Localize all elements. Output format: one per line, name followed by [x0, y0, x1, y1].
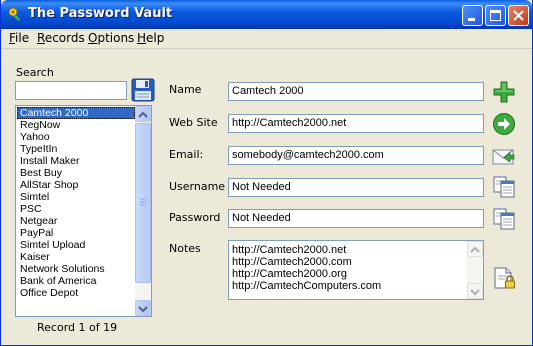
scroll-thumb[interactable]	[135, 123, 151, 283]
list-item[interactable]: Simtel	[17, 191, 135, 203]
list-item[interactable]: Office Depot	[17, 287, 135, 299]
window-title: The Password Vault	[28, 6, 173, 21]
floppy-disk-icon[interactable]	[131, 78, 155, 102]
password-label: Password	[169, 211, 221, 224]
title-bar[interactable]: The Password Vault	[1, 0, 532, 29]
chevron-up-icon	[470, 246, 480, 253]
menu-bar: File Records Options Help	[1, 29, 532, 49]
menu-file[interactable]: File	[9, 31, 29, 45]
notes-field[interactable]: http://Camtech2000.net http://Camtech200…	[228, 240, 484, 300]
notes-line: http://Camtech2000.net	[232, 244, 347, 256]
maximize-icon	[490, 10, 501, 21]
website-field[interactable]: http://Camtech2000.net	[228, 114, 484, 133]
password-field[interactable]: Not Needed	[228, 209, 484, 228]
name-label: Name	[169, 83, 202, 96]
app-window: The Password Vault File Records Options …	[0, 0, 533, 346]
list-item[interactable]: Install Maker	[17, 155, 135, 167]
key-app-icon	[8, 7, 20, 21]
notes-line: http://CamtechComputers.com	[232, 280, 382, 292]
list-item[interactable]: RegNow	[17, 119, 135, 131]
notes-scrollbar[interactable]	[467, 241, 483, 299]
notes-label: Notes	[169, 242, 201, 255]
scroll-up-button[interactable]	[135, 106, 151, 122]
records-list[interactable]: Camtech 2000 RegNow Yahoo TypeItIn Install M…	[15, 105, 152, 317]
email-field[interactable]: somebody@camtech2000.com	[228, 146, 484, 165]
chevron-down-icon	[138, 306, 148, 313]
notes-scroll-down-button[interactable]	[467, 283, 483, 299]
menu-options[interactable]: Options	[88, 31, 134, 45]
record-status: Record 1 of 19	[37, 321, 118, 334]
minimize-icon	[468, 18, 475, 21]
list-item[interactable]: Network Solutions	[17, 263, 135, 275]
notes-scroll-up-button[interactable]	[467, 241, 483, 257]
list-item[interactable]: PSC	[17, 203, 135, 215]
list-item[interactable]: PayPal	[17, 227, 135, 239]
list-scrollbar[interactable]	[135, 106, 151, 316]
search-input[interactable]	[15, 81, 127, 100]
website-label: Web Site	[169, 116, 218, 129]
copy-icon[interactable]	[492, 174, 516, 198]
name-field[interactable]: Camtech 2000	[228, 82, 484, 101]
chevron-up-icon	[138, 111, 148, 118]
list-item[interactable]: Bank of America	[17, 275, 135, 287]
notes-line: http://Camtech2000.org	[232, 268, 347, 280]
envelope-icon[interactable]	[491, 144, 515, 168]
maximize-button[interactable]	[485, 5, 506, 26]
email-label: Email:	[169, 148, 204, 161]
close-icon	[513, 10, 524, 21]
list-item[interactable]: Simtel Upload	[17, 239, 135, 251]
notes-line: http://Camtech2000.com	[232, 256, 352, 268]
list-item[interactable]: Yahoo	[17, 131, 135, 143]
menu-help[interactable]: Help	[137, 31, 164, 45]
lock-document-icon[interactable]	[492, 266, 516, 290]
list-item[interactable]: TypeItIn	[17, 143, 135, 155]
list-item[interactable]: AllStar Shop	[17, 179, 135, 191]
arrow-right-icon[interactable]	[492, 112, 516, 136]
list-item[interactable]: Camtech 2000	[17, 107, 135, 119]
list-item[interactable]: Netgear	[17, 215, 135, 227]
list-item[interactable]: Kaiser	[17, 251, 135, 263]
username-field[interactable]: Not Needed	[228, 178, 484, 197]
plus-icon[interactable]	[492, 80, 516, 104]
minimize-button[interactable]	[462, 5, 483, 26]
search-label: Search	[16, 66, 54, 79]
records-list-items: Camtech 2000 RegNow Yahoo TypeItIn Install M…	[17, 107, 135, 299]
menu-records[interactable]: Records	[37, 31, 85, 45]
chevron-down-icon	[470, 289, 480, 296]
copy-icon[interactable]	[492, 206, 516, 230]
grip-icon	[140, 198, 146, 206]
scroll-down-button[interactable]	[135, 300, 151, 316]
list-item[interactable]: Best Buy	[17, 167, 135, 179]
username-label: Username	[169, 180, 226, 193]
close-button[interactable]	[508, 5, 529, 26]
